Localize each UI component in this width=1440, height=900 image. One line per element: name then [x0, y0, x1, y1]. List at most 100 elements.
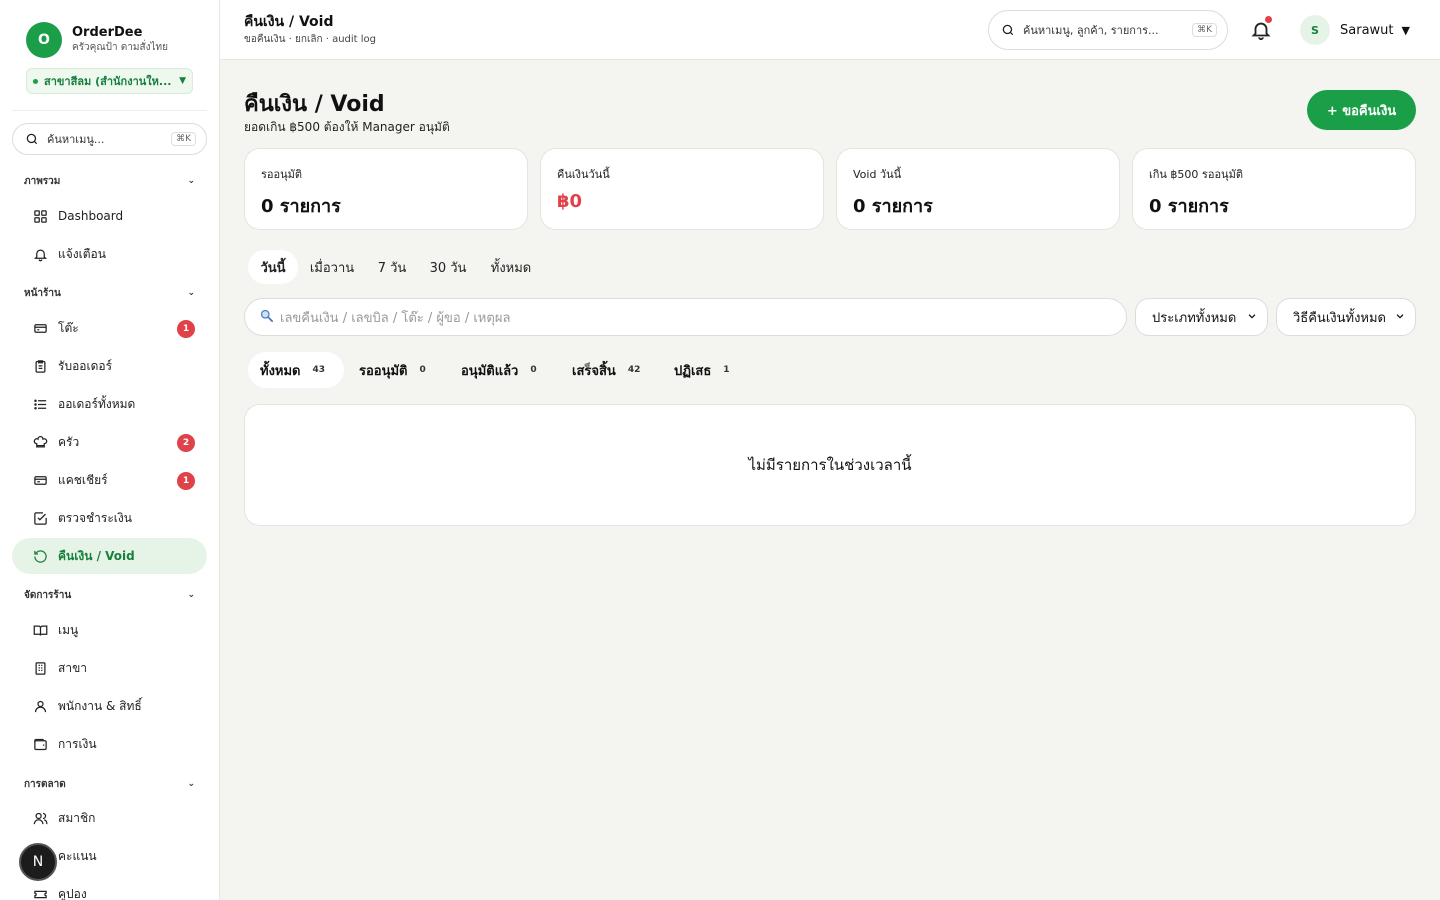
stat-label: คืนเงินวันนี้	[557, 168, 610, 181]
global-search-input[interactable]: ค้นหาเมนู, ลูกค้า, รายการ... ⌘K	[988, 10, 1228, 50]
sidebar-divider	[12, 110, 207, 111]
brand-name: OrderDee	[72, 25, 143, 40]
user-menu[interactable]: S Sarawut ▼	[1300, 15, 1410, 45]
stat-value: 0 รายการ	[261, 196, 341, 217]
sidebar-item-label: Dashboard	[58, 209, 124, 223]
user-icon	[32, 698, 48, 714]
wallet-icon	[32, 736, 48, 752]
list-icon	[32, 396, 48, 412]
sidebar-item-payment-check[interactable]: ตรวจชำระเงิน	[12, 500, 207, 536]
status-tab-label: ปฏิเสธ	[674, 363, 712, 379]
status-tab-approved[interactable]: อนุมัติแล้ว 0	[449, 352, 555, 388]
stat-label: Void วันนี้	[853, 168, 902, 181]
refund-method-select[interactable]: วิธีคืนเงินทั้งหมด	[1276, 298, 1416, 336]
sidebar-item-label: แจ้งเตือน	[58, 246, 106, 261]
section-overview[interactable]: ภาพรวม ⌄	[24, 173, 195, 189]
chevron-down-icon: ⌄	[187, 176, 195, 186]
brand[interactable]: O OrderDee ครัวคุณป้า ตามสั่งไทย	[0, 0, 219, 58]
request-refund-button[interactable]: + ขอคืนเงิน	[1307, 90, 1416, 130]
table-icon	[32, 320, 48, 336]
section-marketing[interactable]: การตลาด ⌄	[24, 776, 195, 792]
status-tab-completed[interactable]: เสร็จสิ้น 42	[560, 352, 656, 388]
status-tab-count: 42	[627, 365, 641, 375]
sidebar-item-label: เมนู	[58, 622, 79, 637]
sidebar-item-label: สมาชิก	[58, 810, 96, 825]
caret-down-icon: ▼	[1401, 23, 1410, 37]
status-tab-label: อนุมัติแล้ว	[461, 363, 519, 379]
status-tab-count: 1	[723, 365, 730, 375]
refund-icon	[32, 548, 48, 564]
chef-hat-icon	[32, 434, 48, 450]
sidebar-item-dashboard[interactable]: Dashboard	[12, 198, 207, 234]
branch-selector[interactable]: สาขาสีลม (สำนักงานให... ▼	[26, 68, 193, 94]
card-icon	[32, 472, 48, 488]
topbar: คืนเงิน / Void ขอคืนเงิน · ยกเลิก · audi…	[220, 0, 1440, 60]
building-icon	[32, 660, 48, 676]
sidebar-item-menu[interactable]: เมนู	[12, 612, 207, 648]
range-tab-yesterday[interactable]: เมื่อวาน	[302, 250, 362, 284]
status-tab-count: 43	[312, 365, 326, 375]
status-tab-label: ทั้งหมด	[260, 363, 301, 379]
page-title: คืนเงิน / Void	[244, 92, 385, 117]
sidebar-item-label: ตรวจชำระเงิน	[58, 510, 132, 525]
section-title: จัดการร้าน	[24, 589, 72, 601]
sidebar-item-tables[interactable]: โต๊ะ 1	[12, 310, 207, 346]
sidebar-item-label: สาขา	[58, 660, 88, 675]
chevron-down-icon: ⌄	[187, 779, 195, 789]
sidebar-item-staff-permissions[interactable]: พนักงาน & สิทธิ์	[12, 688, 207, 724]
sidebar-item-label: คะแนน	[58, 848, 97, 863]
clipboard-icon	[32, 358, 48, 374]
global-search-placeholder: ค้นหาเมนู, ลูกค้า, รายการ...	[1023, 24, 1159, 37]
sidebar-item-label: ครัว	[58, 434, 80, 449]
sidebar-item-take-order[interactable]: รับออเดอร์	[12, 348, 207, 384]
count-badge: 1	[177, 320, 195, 338]
section-title: ภาพรวม	[24, 175, 61, 187]
sidebar-item-branches[interactable]: สาขา	[12, 650, 207, 686]
sidebar-item-label: พนักงาน & สิทธิ์	[58, 698, 142, 713]
status-tab-label: เสร็จสิ้น	[572, 363, 616, 379]
sidebar-item-label: การเงิน	[58, 736, 97, 751]
empty-state: ไม่มีรายการในช่วงเวลานี้	[244, 404, 1416, 526]
sidebar-item-finance[interactable]: การเงิน	[12, 726, 207, 762]
sidebar-item-members[interactable]: สมาชิก	[12, 800, 207, 836]
count-badge: 1	[177, 472, 195, 490]
sidebar-item-refund-void[interactable]: คืนเงิน / Void	[12, 538, 207, 574]
sidebar-item-notifications[interactable]: แจ้งเตือน	[12, 236, 207, 272]
grid-icon	[32, 208, 48, 224]
notification-bell-button[interactable]	[1250, 16, 1272, 41]
refund-method-value: วิธีคืนเงินทั้งหมด	[1293, 310, 1386, 326]
sidebar-item-kitchen[interactable]: ครัว 2	[12, 424, 207, 460]
chevron-down-icon	[1395, 310, 1405, 325]
status-tab-count: 0	[530, 365, 537, 375]
refund-search-input[interactable]: เลขคืนเงิน / เลขบิล / โต๊ะ / ผู้ขอ / เหต…	[244, 298, 1127, 336]
status-tab-pending[interactable]: รออนุมัติ 0	[347, 352, 443, 388]
sidebar: O OrderDee ครัวคุณป้า ตามสั่งไทย สาขาสีล…	[0, 0, 220, 900]
stat-label: เกิน ฿500 รออนุมัติ	[1149, 168, 1243, 181]
chevron-down-icon	[1247, 310, 1257, 325]
topbar-subtitle: ขอคืนเงิน · ยกเลิก · audit log	[244, 34, 377, 45]
avatar: S	[1300, 15, 1330, 45]
sidebar-item-all-orders[interactable]: ออเดอร์ทั้งหมด	[12, 386, 207, 422]
range-tab-today[interactable]: วันนี้	[248, 250, 298, 284]
devtools-badge[interactable]: N	[19, 843, 57, 881]
range-tab-all[interactable]: ทั้งหมด	[482, 250, 540, 284]
brand-logo: O	[26, 22, 62, 58]
sidebar-item-label: รับออเดอร์	[58, 358, 113, 373]
empty-state-message: ไม่มีรายการในช่วงเวลานี้	[748, 456, 912, 474]
count-badge: 2	[177, 434, 195, 452]
range-tab-30-days[interactable]: 30 วัน	[422, 250, 474, 284]
section-storefront[interactable]: หน้าร้าน ⌄	[24, 285, 195, 301]
notification-dot	[1265, 16, 1272, 23]
status-tab-all[interactable]: ทั้งหมด 43	[248, 352, 344, 388]
search-icon	[26, 133, 38, 145]
stat-card-void-today: Void วันนี้ 0 รายการ	[836, 148, 1120, 230]
sidebar-item-cashier[interactable]: แคชเชียร์ 1	[12, 462, 207, 498]
bell-icon	[32, 246, 48, 262]
global-search-shortcut: ⌘K	[1192, 23, 1217, 37]
section-manage-store[interactable]: จัดการร้าน ⌄	[24, 587, 195, 603]
type-filter-select[interactable]: ประเภททั้งหมด	[1135, 298, 1268, 336]
range-tab-7-days[interactable]: 7 วัน	[370, 250, 414, 284]
sidebar-search-input[interactable]: ค้นหาเมนู... ⌘K	[12, 123, 207, 155]
status-tab-rejected[interactable]: ปฏิเสธ 1	[662, 352, 742, 388]
users-icon	[32, 810, 48, 826]
